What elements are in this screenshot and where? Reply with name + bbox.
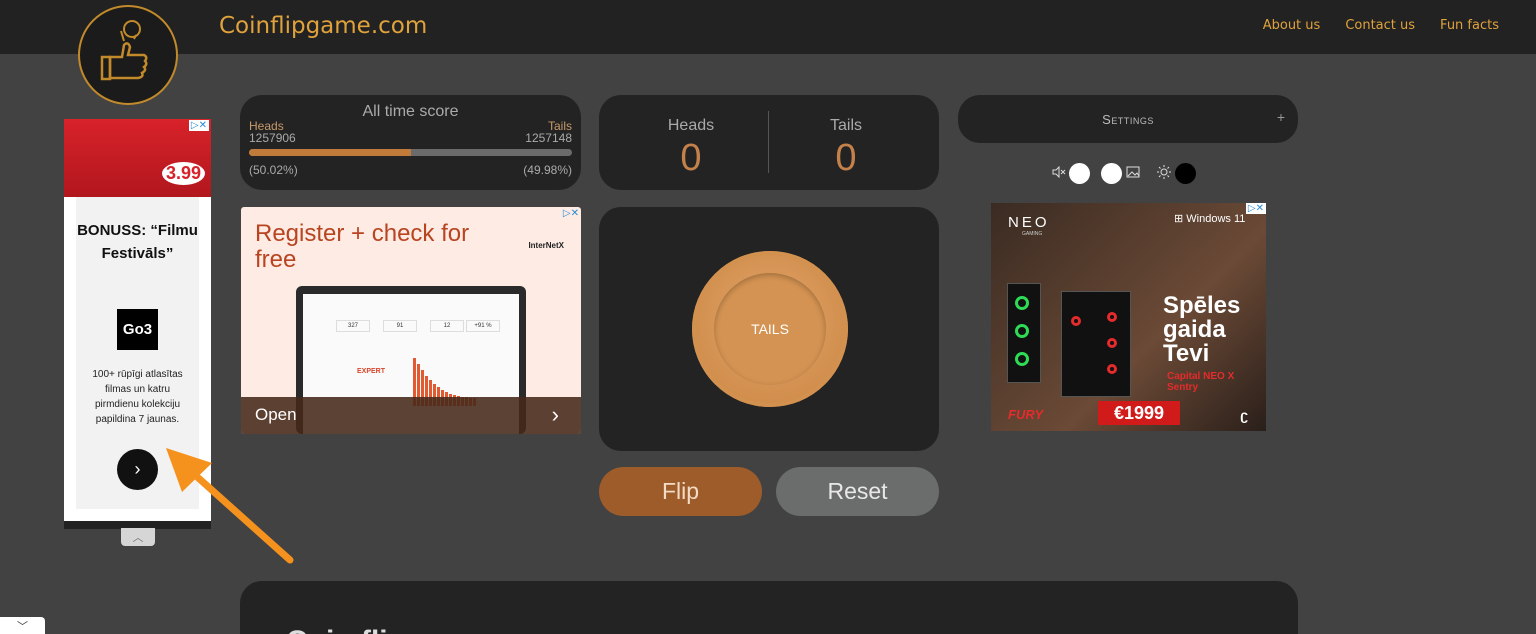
- ad-open-bar[interactable]: Open ›: [241, 397, 581, 434]
- neo-logo: NEO: [1008, 214, 1050, 231]
- left-sidebar-ad[interactable]: 3.99 ▷✕ BONUSS: “Filmu Festivāls” Go3 10…: [64, 119, 211, 529]
- fan-icon: [1071, 316, 1081, 326]
- fan-icon: [1107, 338, 1117, 348]
- all-time-tails-count: 1257148: [525, 131, 572, 145]
- session-tails-value: 0: [835, 137, 857, 179]
- chevron-right-icon[interactable]: ›: [552, 402, 559, 428]
- session-heads: Heads 0: [606, 117, 776, 180]
- session-tails-label: Tails: [829, 117, 862, 134]
- session-tails: Tails 0: [761, 117, 931, 180]
- middle-ad[interactable]: Register + check for free InterNetX ▷✕ 3…: [241, 207, 581, 434]
- fan-icon: [1107, 312, 1117, 322]
- info-section: Coin fli: [240, 581, 1298, 634]
- stat-box: 12: [430, 320, 464, 332]
- stat-box: 327: [336, 320, 370, 332]
- right-ad-price: €1999: [1098, 401, 1180, 425]
- ad-description: 100+ rūpīgi atlasītas filmas un katru pi…: [92, 369, 183, 425]
- expand-plus-icon[interactable]: +: [1277, 109, 1285, 125]
- sound-toggle[interactable]: [1069, 163, 1090, 184]
- thumbs-up-coin-logo-icon[interactable]: [78, 5, 178, 105]
- windows-label: Windows 11: [1186, 213, 1246, 225]
- fan-icon: [1015, 296, 1029, 310]
- all-time-score-panel: All time score Heads Tails 1257906 12571…: [240, 95, 581, 190]
- expert-badge: EXPERT: [357, 368, 386, 375]
- coin[interactable]: TAILS: [692, 251, 848, 407]
- right-ad-headline: Spēles gaida Tevi: [1163, 292, 1241, 367]
- fan-icon: [1015, 352, 1029, 366]
- ad-headline: BONUSS: “Filmu Festivāls”: [77, 222, 198, 262]
- mute-speaker-icon: [1052, 165, 1066, 181]
- right-ad[interactable]: NEO GAMING ⊞ Windows 11 ▷✕ Spēles gaida …: [991, 203, 1266, 431]
- mid-ad-headline: Register + check for free: [255, 220, 470, 273]
- all-time-heads-percent: (50.02%): [249, 163, 298, 177]
- score-ratio-fill: [249, 149, 411, 156]
- coin-stage: TAILS: [599, 207, 939, 451]
- all-time-tails-percent: (49.98%): [523, 163, 572, 177]
- score-ratio-bar: [249, 149, 572, 156]
- sun-brightness-icon: [1157, 165, 1171, 182]
- mid-ad-brand: InterNetX: [528, 241, 564, 250]
- settings-label: Settings: [1102, 112, 1154, 127]
- main-nav: About us Contact us Fun facts: [1263, 18, 1499, 33]
- all-time-heads-count: 1257906: [249, 131, 296, 145]
- nav-contact-us[interactable]: Contact us: [1345, 18, 1415, 33]
- windows-badge: ⊞ Windows 11: [1174, 213, 1246, 225]
- fan-icon: [1015, 324, 1029, 338]
- session-counter-panel: Heads 0 Tails 0: [599, 95, 939, 190]
- coin-face-label: TAILS: [714, 273, 826, 385]
- go3-logo: Go3: [117, 309, 158, 350]
- fan-icon: [1107, 364, 1117, 374]
- nav-fun-facts[interactable]: Fun facts: [1440, 18, 1499, 33]
- reset-button[interactable]: Reset: [776, 467, 939, 516]
- image-icon: [1126, 166, 1140, 181]
- info-section-heading: Coin fli: [286, 625, 388, 634]
- right-ad-model: Capital NEO X Sentry: [1167, 371, 1235, 393]
- chevron-down-icon[interactable]: ﹀: [0, 617, 45, 634]
- nav-about-us[interactable]: About us: [1263, 18, 1321, 33]
- quick-toggles: [1052, 163, 1196, 184]
- site-title[interactable]: Coinflipgame.com: [219, 13, 427, 39]
- settings-toggle[interactable]: Settings +: [958, 95, 1298, 143]
- session-heads-label: Heads: [667, 117, 715, 134]
- fury-logo: FURY: [1008, 407, 1044, 422]
- pc-case-image: [1061, 291, 1131, 397]
- brand-c-logo: ʗ: [1240, 407, 1248, 423]
- background-toggle[interactable]: [1101, 163, 1122, 184]
- pc-case-image: [1007, 283, 1041, 383]
- neo-logo-sub: GAMING: [1022, 231, 1043, 237]
- flip-button[interactable]: Flip: [599, 467, 762, 516]
- stat-box: +91 %: [466, 320, 500, 332]
- ad-open-label: Open: [255, 405, 297, 424]
- stat-box: 91: [383, 320, 417, 332]
- adchoices-icon[interactable]: ▷✕: [188, 120, 209, 131]
- top-navbar: Coinflipgame.com About us Contact us Fun…: [0, 0, 1536, 54]
- adchoices-icon[interactable]: ▷✕: [563, 208, 579, 219]
- theme-toggle[interactable]: [1175, 163, 1196, 184]
- ad-next-chevron-icon[interactable]: ›: [117, 449, 158, 490]
- ad-price-badge: 3.99: [161, 162, 205, 185]
- all-time-score-title: All time score: [362, 103, 459, 120]
- adchoices-icon[interactable]: ▷✕: [1245, 203, 1266, 214]
- session-heads-value: 0: [680, 137, 702, 179]
- ad-collapse-chevron-up-icon[interactable]: ︿: [121, 528, 155, 546]
- ad-card[interactable]: BONUSS: “Filmu Festivāls” Go3 100+ rūpīg…: [76, 197, 199, 509]
